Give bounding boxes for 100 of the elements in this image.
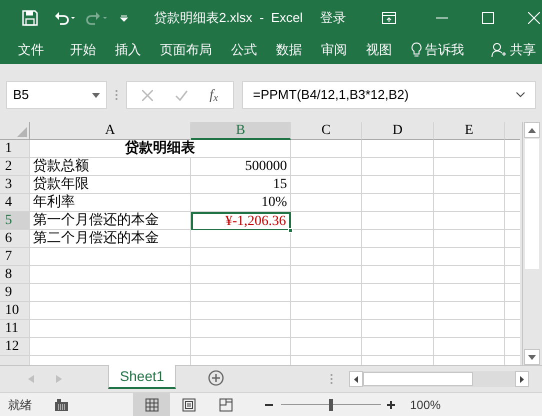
table-cell — [362, 176, 434, 194]
table-cell — [291, 284, 362, 302]
table-cell — [434, 176, 505, 194]
ribbon-tab[interactable]: 公式 — [231, 40, 257, 60]
table-cell: 年利率 — [30, 194, 191, 212]
table-cell — [291, 230, 362, 248]
table-cell — [291, 302, 362, 320]
scroll-left-button[interactable] — [349, 371, 363, 387]
ribbon-display-icon[interactable] — [382, 12, 396, 24]
check-icon[interactable] — [174, 90, 188, 100]
left-arrow-icon — [354, 376, 358, 382]
ribbon-tab[interactable]: 数据 — [276, 40, 302, 60]
row-header[interactable]: 7 — [0, 248, 30, 266]
drag-handle-icon[interactable] — [115, 89, 118, 101]
ribbon-tab[interactable]: 视图 — [366, 40, 392, 60]
scroll-down-button[interactable] — [524, 349, 540, 365]
row-header[interactable]: 4 — [0, 194, 30, 212]
tell-me-button[interactable]: 告诉我 — [425, 40, 464, 60]
scroll-thumb[interactable] — [363, 372, 473, 386]
fill-handle[interactable] — [288, 228, 293, 233]
table-cell: 第一个月偿还的本金 — [30, 212, 191, 230]
table-cell — [434, 230, 505, 248]
add-sheet-icon[interactable] — [208, 370, 224, 386]
table-cell — [434, 248, 505, 266]
column-header[interactable]: C — [291, 122, 362, 140]
close-icon[interactable] — [528, 12, 540, 24]
row-header[interactable]: 11 — [0, 320, 30, 338]
right-arrow-icon — [520, 376, 524, 382]
table-cell — [362, 284, 434, 302]
row-header[interactable]: 1 — [0, 140, 30, 158]
normal-view-icon — [144, 398, 158, 412]
minimize-icon[interactable] — [436, 17, 448, 19]
table-cell — [434, 140, 505, 158]
row-header[interactable]: 12 — [0, 338, 30, 356]
ribbon-tab[interactable]: 插入 — [115, 40, 141, 60]
row-header[interactable]: 8 — [0, 266, 30, 284]
table-cell — [362, 302, 434, 320]
zoom-slider[interactable] — [281, 398, 381, 410]
table-cell: 15 — [191, 176, 291, 194]
row-header[interactable]: 2 — [0, 158, 30, 176]
table-cell: 500000 — [191, 158, 291, 176]
page-break-icon — [218, 398, 232, 412]
table-cell — [291, 140, 362, 158]
name-box[interactable]: B5 — [6, 81, 107, 109]
table-cell — [291, 266, 362, 284]
customize-menu-icon[interactable] — [120, 14, 128, 22]
formula-field[interactable]: =PPMT(B4/12,1,B3*12,B2) — [242, 81, 536, 109]
table-cell — [362, 230, 434, 248]
zoom-level[interactable]: 100% — [410, 396, 441, 414]
table-cell — [362, 194, 434, 212]
zoom-in-icon[interactable] — [387, 400, 395, 408]
table-cell — [291, 248, 362, 266]
column-header[interactable]: B — [191, 122, 291, 140]
save-icon[interactable] — [22, 10, 38, 26]
zoom-thumb[interactable] — [329, 398, 333, 410]
person-add-icon — [491, 42, 507, 58]
row-header[interactable]: 6 — [0, 230, 30, 248]
horizontal-scrollbar[interactable] — [349, 371, 529, 387]
undo-icon[interactable] — [54, 11, 76, 25]
row-header[interactable]: 10 — [0, 302, 30, 320]
insert-function-button[interactable]: f$_{x}$ — [210, 84, 218, 106]
table-cell — [434, 320, 505, 338]
scroll-right-button[interactable] — [515, 371, 529, 387]
up-arrow-icon — [528, 128, 536, 132]
table-cell — [291, 176, 362, 194]
sheet-tab[interactable]: Sheet1 — [108, 365, 176, 389]
share-button[interactable]: 共享 — [510, 40, 536, 60]
maximize-icon[interactable] — [482, 12, 494, 24]
table-cell: 贷款年限 — [30, 176, 191, 194]
expand-caret-icon — [516, 92, 525, 98]
down-arrow-icon — [528, 354, 536, 360]
column-header[interactable]: D — [362, 122, 434, 140]
table-cell: 贷款总额 — [30, 158, 191, 176]
table-cell — [434, 158, 505, 176]
table-cell — [362, 158, 434, 176]
ribbon-tab[interactable]: 文件 — [18, 40, 44, 60]
table-cell — [291, 320, 362, 338]
column-header[interactable]: A — [30, 122, 191, 140]
table-cell — [362, 266, 434, 284]
table-cell — [434, 194, 505, 212]
ribbon-tab[interactable]: 开始 — [70, 40, 96, 60]
table-cell — [434, 266, 505, 284]
column-header[interactable]: E — [434, 122, 505, 140]
table-cell: 第二个月偿还的本金 — [30, 230, 191, 248]
page-layout-icon — [182, 398, 196, 412]
view-button[interactable] — [133, 392, 170, 416]
table-cell — [362, 248, 434, 266]
sign-in-link[interactable]: 登录 — [320, 8, 346, 28]
dropdown-caret-icon — [92, 92, 100, 98]
ribbon-tab[interactable]: 页面布局 — [160, 40, 212, 60]
row-header[interactable]: 3 — [0, 176, 30, 194]
row-header[interactable]: 9 — [0, 284, 30, 302]
table-cell — [291, 212, 362, 230]
table-cell — [291, 158, 362, 176]
row-header[interactable]: 5 — [0, 212, 30, 230]
scroll-up-button[interactable] — [524, 122, 540, 138]
table-cell: ¥-1,206.36 — [191, 212, 291, 230]
lightbulb-icon — [411, 42, 422, 58]
ribbon-tab[interactable]: 审阅 — [321, 40, 347, 60]
scroll-thumb[interactable] — [524, 139, 538, 269]
